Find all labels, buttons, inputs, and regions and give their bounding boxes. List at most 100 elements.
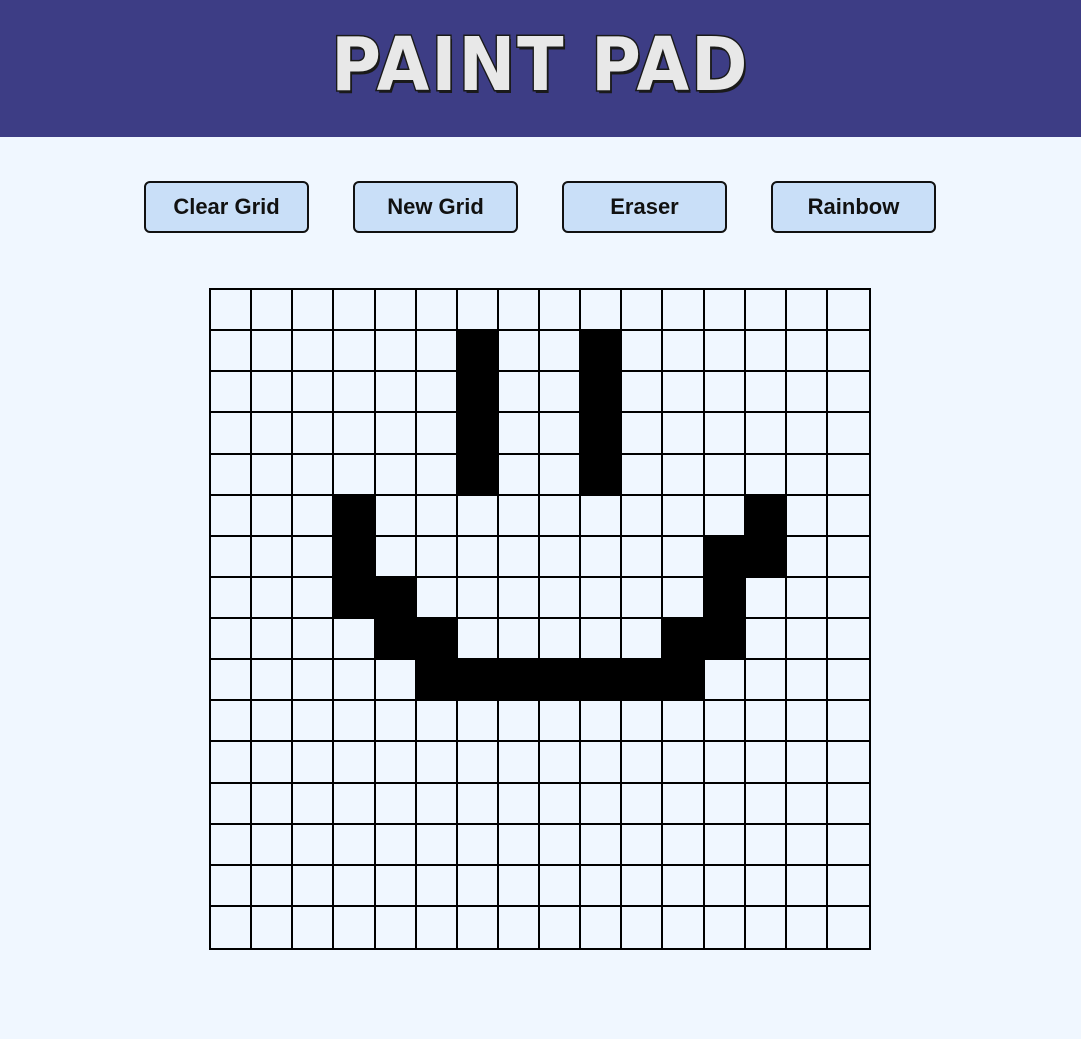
- grid-cell[interactable]: [498, 742, 540, 784]
- grid-cell[interactable]: [622, 619, 664, 661]
- grid-cell[interactable]: [334, 413, 376, 455]
- grid-cell[interactable]: [211, 906, 253, 948]
- grid-cell[interactable]: [540, 290, 582, 332]
- grid-cell[interactable]: [457, 865, 499, 907]
- grid-cell[interactable]: [252, 824, 294, 866]
- grid-cell[interactable]: [375, 495, 417, 537]
- grid-cell[interactable]: [827, 454, 869, 496]
- grid-cell[interactable]: [786, 865, 828, 907]
- grid-cell[interactable]: [416, 495, 458, 537]
- grid-cell[interactable]: [827, 824, 869, 866]
- grid-cell[interactable]: [211, 290, 253, 332]
- grid-cell[interactable]: [211, 824, 253, 866]
- grid-cell[interactable]: [786, 906, 828, 948]
- grid-cell[interactable]: [375, 701, 417, 743]
- grid-cell[interactable]: [786, 413, 828, 455]
- grid-cell[interactable]: [457, 577, 499, 619]
- grid-cell[interactable]: [581, 290, 623, 332]
- grid-cell[interactable]: [293, 906, 335, 948]
- grid-cell[interactable]: [622, 824, 664, 866]
- grid-cell[interactable]: [663, 290, 705, 332]
- grid-cell[interactable]: [745, 372, 787, 414]
- grid-cell[interactable]: [745, 619, 787, 661]
- grid-cell[interactable]: [786, 536, 828, 578]
- grid-cell[interactable]: [581, 906, 623, 948]
- grid-cell[interactable]: [334, 701, 376, 743]
- grid-cell[interactable]: [581, 372, 623, 414]
- grid-cell[interactable]: [334, 906, 376, 948]
- grid-cell[interactable]: [416, 783, 458, 825]
- grid-cell[interactable]: [663, 372, 705, 414]
- grid-cell[interactable]: [581, 701, 623, 743]
- grid-cell[interactable]: [663, 577, 705, 619]
- grid-cell[interactable]: [457, 290, 499, 332]
- grid-cell[interactable]: [581, 577, 623, 619]
- grid-cell[interactable]: [252, 372, 294, 414]
- grid-cell[interactable]: [334, 331, 376, 373]
- grid-cell[interactable]: [252, 783, 294, 825]
- grid-cell[interactable]: [786, 701, 828, 743]
- grid-cell[interactable]: [334, 783, 376, 825]
- grid-cell[interactable]: [457, 906, 499, 948]
- grid-cell[interactable]: [375, 824, 417, 866]
- grid-cell[interactable]: [704, 701, 746, 743]
- grid-cell[interactable]: [498, 824, 540, 866]
- grid-cell[interactable]: [293, 413, 335, 455]
- grid-cell[interactable]: [334, 865, 376, 907]
- grid-cell[interactable]: [293, 783, 335, 825]
- grid-cell[interactable]: [540, 413, 582, 455]
- grid-cell[interactable]: [334, 372, 376, 414]
- new-grid-button[interactable]: New Grid: [353, 181, 518, 233]
- grid-cell[interactable]: [498, 454, 540, 496]
- grid-cell[interactable]: [540, 536, 582, 578]
- grid-cell[interactable]: [745, 413, 787, 455]
- grid-cell[interactable]: [375, 783, 417, 825]
- grid-cell[interactable]: [622, 783, 664, 825]
- grid-cell[interactable]: [540, 619, 582, 661]
- grid-cell[interactable]: [293, 372, 335, 414]
- grid-cell[interactable]: [375, 536, 417, 578]
- grid-cell[interactable]: [252, 577, 294, 619]
- grid-cell[interactable]: [704, 454, 746, 496]
- grid-cell[interactable]: [827, 783, 869, 825]
- grid-cell[interactable]: [375, 577, 417, 619]
- grid-cell[interactable]: [375, 331, 417, 373]
- grid-cell[interactable]: [375, 372, 417, 414]
- grid-cell[interactable]: [457, 372, 499, 414]
- grid-cell[interactable]: [663, 413, 705, 455]
- grid-cell[interactable]: [581, 660, 623, 702]
- grid-cell[interactable]: [334, 495, 376, 537]
- grid-cell[interactable]: [745, 865, 787, 907]
- grid-cell[interactable]: [293, 619, 335, 661]
- grid-cell[interactable]: [416, 372, 458, 414]
- grid-cell[interactable]: [704, 619, 746, 661]
- grid-cell[interactable]: [498, 619, 540, 661]
- grid-cell[interactable]: [416, 742, 458, 784]
- grid-cell[interactable]: [211, 536, 253, 578]
- grid-cell[interactable]: [375, 865, 417, 907]
- grid-cell[interactable]: [457, 619, 499, 661]
- grid-cell[interactable]: [581, 495, 623, 537]
- grid-cell[interactable]: [498, 372, 540, 414]
- grid-cell[interactable]: [498, 495, 540, 537]
- grid-cell[interactable]: [663, 331, 705, 373]
- grid-cell[interactable]: [293, 865, 335, 907]
- grid-cell[interactable]: [211, 865, 253, 907]
- grid-cell[interactable]: [786, 783, 828, 825]
- grid-cell[interactable]: [293, 495, 335, 537]
- grid-cell[interactable]: [622, 372, 664, 414]
- grid-cell[interactable]: [622, 413, 664, 455]
- grid-cell[interactable]: [827, 906, 869, 948]
- grid-cell[interactable]: [540, 577, 582, 619]
- grid-cell[interactable]: [540, 906, 582, 948]
- grid-cell[interactable]: [745, 742, 787, 784]
- grid-cell[interactable]: [745, 495, 787, 537]
- grid-cell[interactable]: [293, 742, 335, 784]
- grid-cell[interactable]: [745, 660, 787, 702]
- grid-cell[interactable]: [622, 906, 664, 948]
- grid-cell[interactable]: [622, 742, 664, 784]
- grid-cell[interactable]: [211, 783, 253, 825]
- grid-cell[interactable]: [211, 372, 253, 414]
- grid-cell[interactable]: [745, 701, 787, 743]
- grid-cell[interactable]: [375, 906, 417, 948]
